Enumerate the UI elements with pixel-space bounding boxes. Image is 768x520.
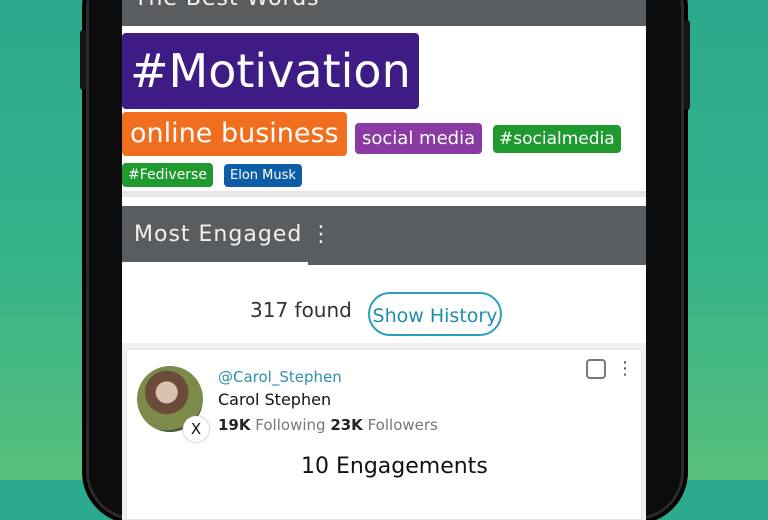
- phone-screen: The Best Words #Motivation online busine…: [122, 0, 646, 520]
- word-cloud: #Motivation online business social media…: [122, 26, 646, 197]
- tag-hashtag-socialmedia[interactable]: #socialmedia: [493, 125, 621, 153]
- followers-count: 23K: [330, 416, 363, 434]
- best-words-header: The Best Words: [122, 0, 646, 26]
- results-count: 317 found: [250, 298, 352, 322]
- results-bar: 317 found Show History: [122, 265, 646, 343]
- results-list: X @Carol_Stephen Carol Stephen 19K Follo…: [122, 343, 646, 520]
- phone-side-button-left: [80, 30, 86, 90]
- tag-online-business[interactable]: online business: [122, 112, 347, 156]
- tag-elon-musk[interactable]: Elon Musk: [224, 164, 302, 187]
- following-label: Following: [255, 416, 326, 434]
- user-card[interactable]: X @Carol_Stephen Carol Stephen 19K Follo…: [126, 349, 642, 520]
- tag-social-media[interactable]: social media: [355, 123, 483, 154]
- user-name: Carol Stephen: [218, 390, 332, 409]
- more-vert-icon[interactable]: ⋮: [310, 222, 332, 247]
- best-words-title: The Best Words: [134, 0, 320, 11]
- x-logo-icon: X: [183, 416, 209, 442]
- tag-motivation[interactable]: #Motivation: [122, 33, 419, 109]
- following-count: 19K: [218, 416, 251, 434]
- engagements-count: 10 Engagements: [301, 454, 488, 479]
- show-history-button[interactable]: Show History: [368, 292, 502, 336]
- phone-side-button-right: [684, 20, 690, 110]
- user-stats: 19K Following 23K Followers: [218, 416, 438, 434]
- select-checkbox[interactable]: [586, 359, 606, 379]
- tag-fediverse[interactable]: #Fediverse: [122, 163, 213, 187]
- followers-label: Followers: [367, 416, 438, 434]
- card-more-vert-icon[interactable]: ⋮: [616, 358, 634, 379]
- most-engaged-header: Most Engaged ⋮: [122, 206, 646, 265]
- most-engaged-title[interactable]: Most Engaged: [134, 222, 302, 247]
- user-handle[interactable]: @Carol_Stephen: [218, 368, 342, 386]
